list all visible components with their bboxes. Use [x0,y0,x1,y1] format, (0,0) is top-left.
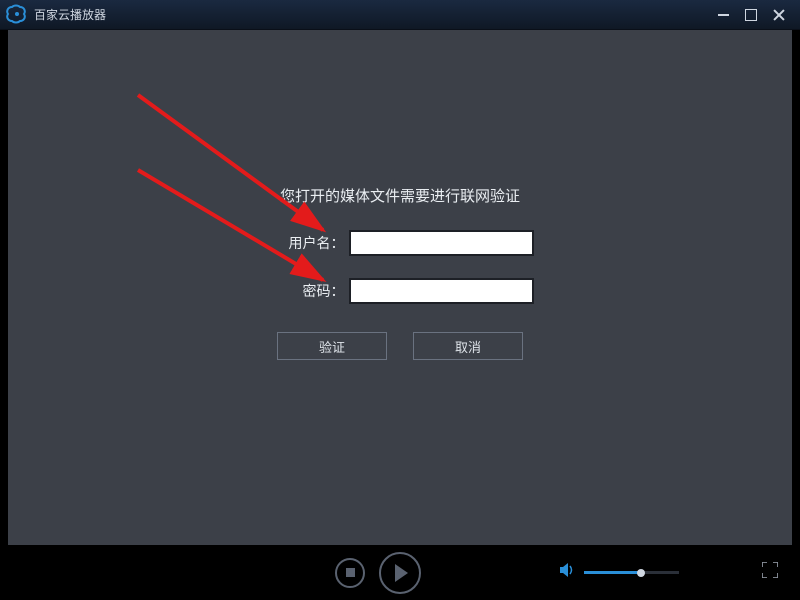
volume-icon[interactable] [560,563,576,582]
content-area: 您打开的媒体文件需要进行联网验证 用户名： 密码： 验证 取消 [8,30,792,545]
username-row: 用户名： [210,230,590,256]
fullscreen-button[interactable] [762,562,778,583]
play-button[interactable] [379,552,421,594]
password-label: 密码： [267,281,345,301]
volume-fill [584,571,641,574]
password-row: 密码： [210,278,590,304]
app-logo-icon [6,4,28,26]
auth-dialog: 您打开的媒体文件需要进行联网验证 用户名： 密码： 验证 取消 [210,185,590,360]
volume-control [560,563,679,582]
cancel-button[interactable]: 取消 [413,332,523,360]
username-input[interactable] [349,230,534,256]
username-label: 用户名： [267,233,345,253]
player-bar [0,545,800,600]
app-title: 百家云播放器 [34,6,716,23]
dialog-button-row: 验证 取消 [210,332,590,360]
verify-button[interactable]: 验证 [277,332,387,360]
password-input[interactable] [349,278,534,304]
close-button[interactable] [772,8,786,22]
stop-button[interactable] [335,558,365,588]
window-controls [716,8,794,22]
minimize-button[interactable] [716,8,730,22]
volume-slider[interactable] [584,571,679,574]
maximize-button[interactable] [744,8,758,22]
playback-controls [335,552,465,594]
dialog-message: 您打开的媒体文件需要进行联网验证 [210,185,590,206]
titlebar: 百家云播放器 [0,0,800,30]
volume-thumb[interactable] [637,569,645,577]
